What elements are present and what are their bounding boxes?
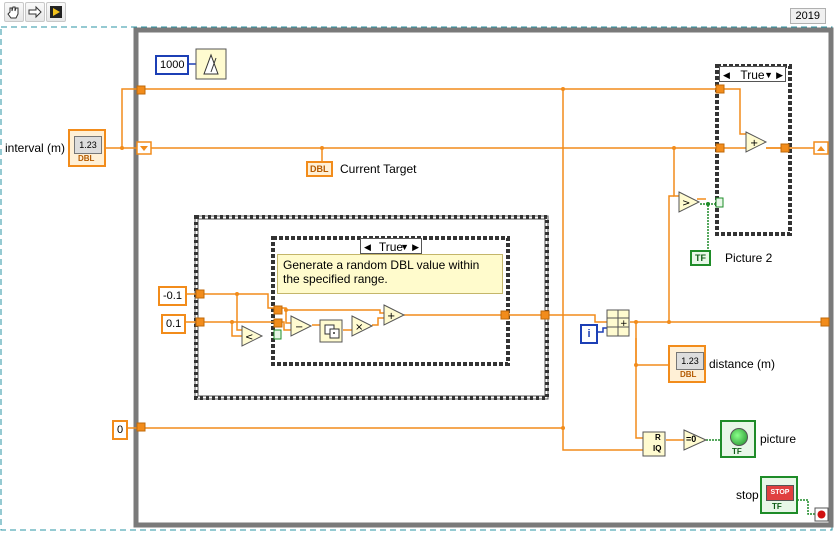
shift-register-left (136, 141, 152, 155)
stop-label: stop (736, 488, 759, 502)
svg-text:<: < (245, 332, 253, 343)
svg-text:>: > (682, 198, 690, 209)
comment-note: Generate a random DBL value within the s… (277, 254, 503, 294)
outer-case-structure (715, 64, 792, 236)
case-selector-terminal (715, 197, 724, 208)
svg-text:+: + (750, 138, 758, 149)
interval-label: interval (m) (5, 141, 66, 155)
random-number-node (319, 319, 343, 343)
stop-button-control[interactable]: STOP TF (760, 476, 798, 514)
picture2-indicator[interactable]: TF (690, 250, 711, 266)
svg-text:×: × (355, 322, 363, 333)
stop-conditional-terminal (814, 507, 829, 522)
picture-indicator[interactable]: TF (720, 420, 756, 458)
wait-ms-node (195, 48, 227, 80)
quotient-remainder-iq: IQ (653, 444, 662, 453)
picture-label: picture (760, 432, 797, 446)
distance-label: distance (m) (709, 357, 776, 371)
interval-control[interactable]: 1.23 DBL (68, 129, 106, 167)
range-high-constant[interactable]: 0.1 (161, 314, 187, 334)
stop-button-face: STOP (766, 485, 794, 501)
svg-text:+: + (620, 319, 628, 329)
quotient-remainder-r: R (655, 433, 661, 442)
equals-zero-label: =0 (686, 434, 697, 444)
range-low-constant[interactable]: -0.1 (158, 286, 187, 306)
svg-text:−: − (295, 322, 303, 333)
distance-indicator[interactable]: 1.23 DBL (668, 345, 706, 383)
current-target-label: Current Target (340, 162, 417, 176)
outer-case-selector[interactable]: ◀ True ▼ ▶ (719, 66, 786, 82)
iteration-terminal: i (580, 324, 598, 344)
inner-case-selector[interactable]: ◀ True ▼ ▶ (360, 238, 422, 254)
picture2-label: Picture 2 (725, 251, 773, 265)
initial-distance-constant[interactable]: 0 (112, 420, 129, 440)
current-target-indicator[interactable]: DBL (306, 161, 333, 177)
led-icon (730, 428, 748, 446)
wait-ms-constant[interactable]: 1000 (155, 55, 190, 75)
shift-register-right (813, 141, 829, 155)
svg-text:+: + (387, 311, 395, 322)
